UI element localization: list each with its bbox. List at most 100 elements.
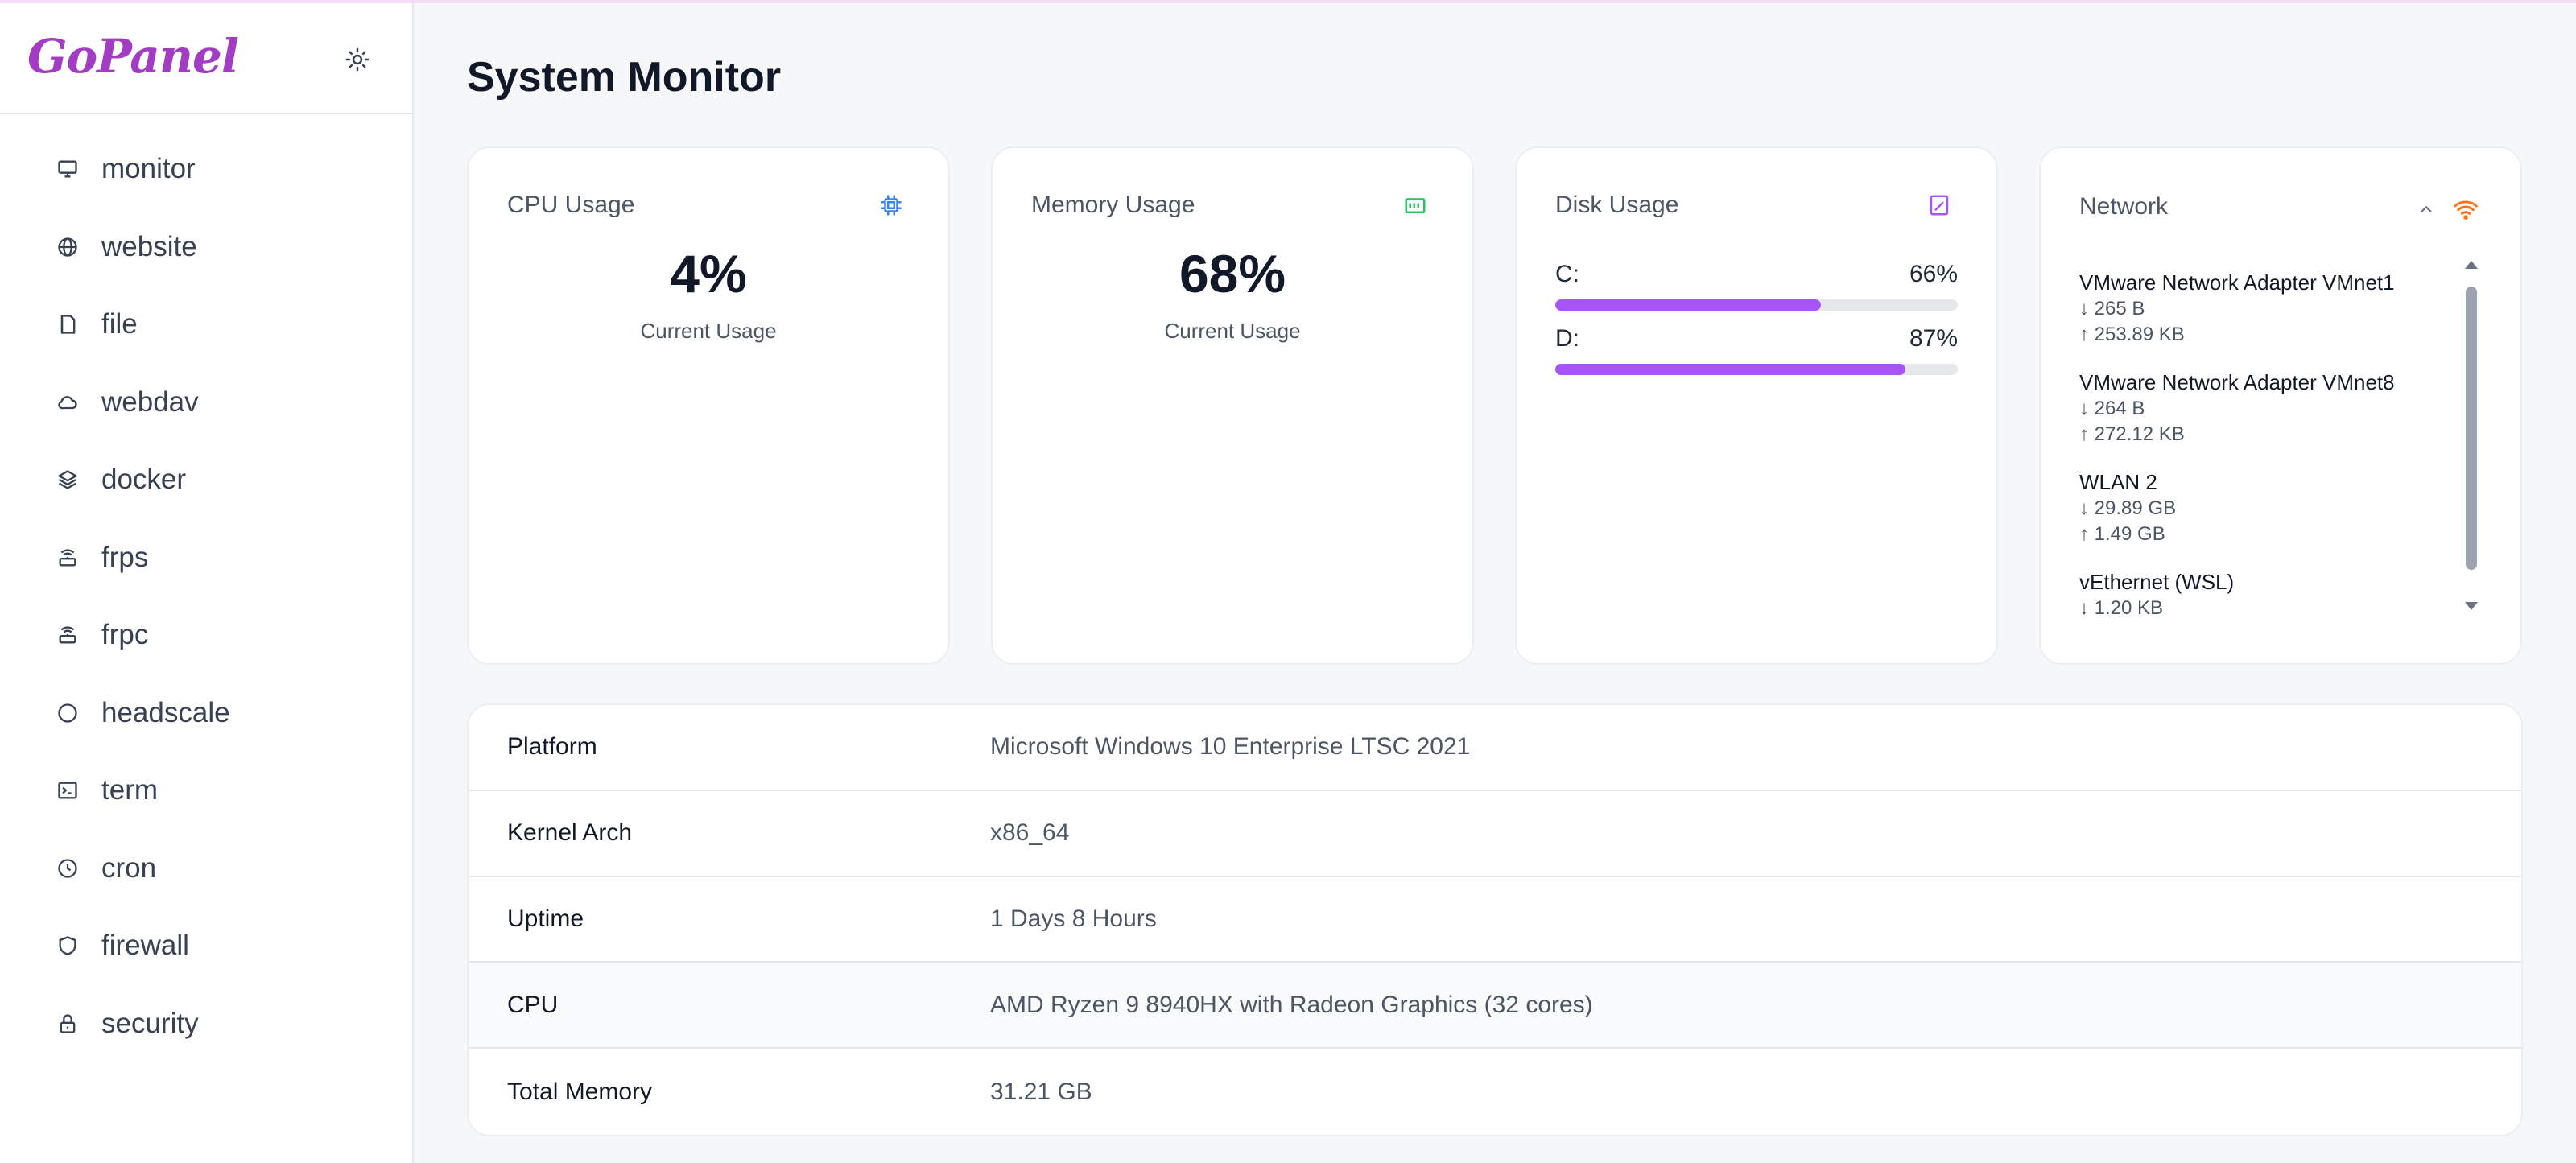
info-key: CPU bbox=[507, 991, 559, 1018]
terminal-icon bbox=[55, 777, 80, 803]
adapter-name: vEthernet (WSL) bbox=[2079, 570, 2235, 594]
layers-icon bbox=[55, 467, 80, 493]
theme-toggle-button[interactable] bbox=[336, 40, 378, 82]
monitor-icon bbox=[55, 156, 80, 182]
sidebar-item-label: headscale bbox=[101, 696, 230, 728]
info-key: Platform bbox=[507, 733, 597, 761]
main-content: System Monitor CPU Usage 4% Current Usag… bbox=[414, 3, 2576, 1163]
disk-progress-track bbox=[1555, 364, 1958, 375]
info-value: Microsoft Windows 10 Enterprise LTSC 202… bbox=[990, 733, 1471, 761]
sidebar-nav: monitor website file webdav docker frps … bbox=[0, 114, 412, 1062]
disk-percent: 66% bbox=[1909, 261, 1958, 287]
logo: GoPanel bbox=[27, 29, 239, 84]
adapter-upload: ↑ 1.49 GB bbox=[2079, 523, 2165, 545]
card-title: Network bbox=[2079, 193, 2169, 220]
info-value: 31.21 GB bbox=[990, 1078, 1092, 1105]
cloud-icon bbox=[55, 390, 80, 415]
card-title: Memory Usage bbox=[1031, 192, 1195, 218]
router-icon bbox=[55, 622, 80, 648]
sidebar-item-label: firewall bbox=[101, 930, 189, 962]
sidebar-item-website[interactable]: website bbox=[0, 208, 412, 287]
adapter-name: VMware Network Adapter VMnet1 bbox=[2079, 270, 2395, 295]
sun-icon bbox=[345, 47, 369, 76]
memory-usage-card: Memory Usage 68% Current Usage bbox=[991, 146, 1474, 665]
scroll-down-arrow[interactable] bbox=[2465, 602, 2478, 610]
sidebar-item-term[interactable]: term bbox=[0, 752, 412, 830]
info-key: Kernel Arch bbox=[507, 819, 633, 847]
sidebar-item-firewall[interactable]: firewall bbox=[0, 907, 412, 985]
memory-usage-value: 68% bbox=[1179, 244, 1286, 303]
table-row: Platform Microsoft Windows 10 Enterprise… bbox=[469, 705, 2521, 791]
router-icon bbox=[55, 545, 80, 571]
table-row: Uptime 1 Days 8 Hours bbox=[469, 877, 2521, 963]
network-card: Network VMware Network Adapter VMnet1 ↓ … bbox=[2039, 146, 2522, 665]
lock-icon bbox=[55, 1011, 80, 1037]
adapter-download: ↓ 29.89 GB bbox=[2079, 497, 2177, 519]
sidebar-item-docker[interactable]: docker bbox=[0, 441, 412, 519]
table-row: CPU AMD Ryzen 9 8940HX with Radeon Graph… bbox=[469, 963, 2521, 1050]
clock-icon bbox=[55, 856, 80, 881]
globe-icon bbox=[55, 234, 80, 260]
disk-row-d: D: 87% bbox=[1555, 325, 1958, 381]
memory-usage-caption: Current Usage bbox=[1164, 319, 1301, 343]
disk-icon bbox=[1927, 193, 1955, 221]
card-title: CPU Usage bbox=[507, 192, 635, 218]
sidebar-item-label: frpc bbox=[101, 619, 149, 651]
sidebar-item-monitor[interactable]: monitor bbox=[0, 130, 412, 208]
sidebar-item-webdav[interactable]: webdav bbox=[0, 364, 412, 442]
network-adapter: VMware Network Adapter VMnet8 ↓ 264 B ↑ … bbox=[2079, 369, 2458, 447]
adapter-download: ↓ 1.20 KB bbox=[2079, 597, 2164, 619]
info-value: 1 Days 8 Hours bbox=[990, 905, 1157, 932]
sidebar-item-headscale[interactable]: headscale bbox=[0, 674, 412, 753]
adapter-upload: ↑ 253.89 KB bbox=[2079, 324, 2185, 345]
scroll-thumb[interactable] bbox=[2466, 287, 2477, 570]
sidebar-item-label: cron bbox=[101, 852, 157, 884]
sidebar-item-security[interactable]: security bbox=[0, 985, 412, 1063]
sidebar-item-cron[interactable]: cron bbox=[0, 830, 412, 908]
sidebar-item-file[interactable]: file bbox=[0, 286, 412, 364]
disk-name: C: bbox=[1555, 261, 1579, 287]
disk-row-c: C: 66% bbox=[1555, 261, 1958, 317]
sidebar-item-label: website bbox=[101, 230, 197, 262]
cpu-usage-caption: Current Usage bbox=[640, 319, 777, 343]
network-adapter: VMware Network Adapter VMnet1 ↓ 265 B ↑ … bbox=[2079, 269, 2458, 348]
sidebar-item-frps[interactable]: frps bbox=[0, 519, 412, 597]
info-value: x86_64 bbox=[990, 819, 1070, 847]
sidebar: GoPanel monitor website file webdav dock… bbox=[0, 3, 414, 1163]
sidebar-item-label: monitor bbox=[101, 153, 196, 185]
network-adapter: vEthernet (WSL) ↓ 1.20 KB bbox=[2079, 568, 2458, 621]
disk-usage-card: Disk Usage C: 66% D: 87% bbox=[1515, 146, 1998, 665]
cpu-usage-card: CPU Usage 4% Current Usage bbox=[467, 146, 950, 665]
network-adapter-list[interactable]: VMware Network Adapter VMnet1 ↓ 265 B ↑ … bbox=[2079, 269, 2458, 625]
chevron-up-icon[interactable] bbox=[2417, 200, 2435, 222]
adapter-name: WLAN 2 bbox=[2079, 470, 2157, 494]
sidebar-item-label: security bbox=[101, 1007, 199, 1039]
adapter-download: ↓ 264 B bbox=[2079, 398, 2145, 419]
table-row: Total Memory 31.21 GB bbox=[469, 1049, 2521, 1135]
cpu-usage-value: 4% bbox=[670, 244, 747, 303]
shield-icon bbox=[55, 933, 80, 959]
table-row: Kernel Arch x86_64 bbox=[469, 791, 2521, 877]
system-info-table: Platform Microsoft Windows 10 Enterprise… bbox=[467, 703, 2523, 1136]
adapter-download: ↓ 265 B bbox=[2079, 298, 2145, 320]
sidebar-item-frpc[interactable]: frpc bbox=[0, 596, 412, 674]
page-title: System Monitor bbox=[467, 54, 782, 101]
disk-progress-fill bbox=[1555, 299, 1821, 311]
adapter-name: VMware Network Adapter VMnet8 bbox=[2079, 370, 2395, 394]
disk-progress-fill bbox=[1555, 364, 1905, 375]
scroll-up-arrow[interactable] bbox=[2465, 261, 2478, 269]
brand-header: GoPanel bbox=[0, 3, 412, 114]
sidebar-item-label: file bbox=[101, 308, 138, 340]
disk-name: D: bbox=[1555, 325, 1579, 352]
memory-icon bbox=[1403, 193, 1430, 221]
info-key: Uptime bbox=[507, 905, 584, 932]
wifi-icon bbox=[2453, 196, 2479, 226]
network-scrollbar[interactable] bbox=[2464, 261, 2479, 623]
info-value: AMD Ryzen 9 8940HX with Radeon Graphics … bbox=[990, 991, 1593, 1018]
circle-icon bbox=[55, 700, 80, 726]
sidebar-item-label: docker bbox=[101, 464, 187, 496]
sidebar-item-label: term bbox=[101, 774, 158, 806]
network-adapter: WLAN 2 ↓ 29.89 GB ↑ 1.49 GB bbox=[2079, 468, 2458, 547]
info-key: Total Memory bbox=[507, 1078, 653, 1105]
network-header-actions bbox=[2417, 196, 2479, 226]
